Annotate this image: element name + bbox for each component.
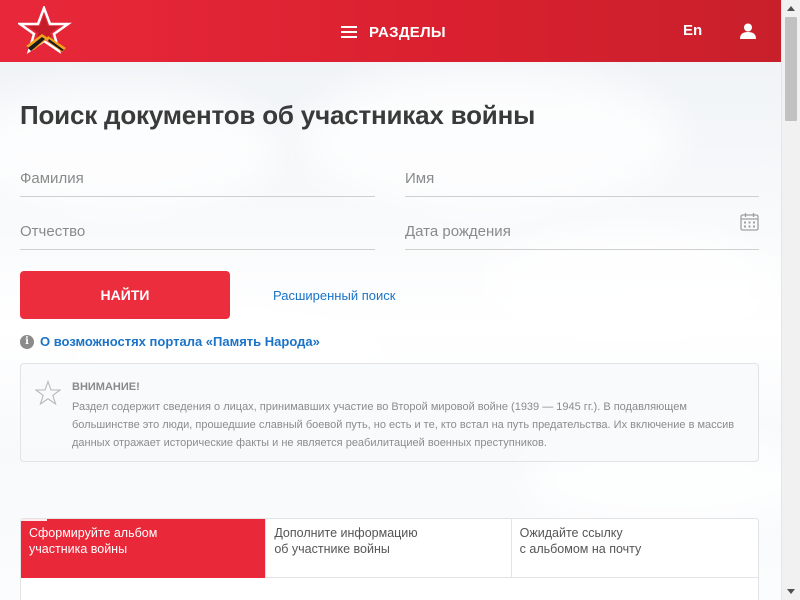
top-header: РАЗДЕЛЫ En <box>0 0 781 62</box>
user-icon[interactable] <box>739 23 757 39</box>
name-input[interactable] <box>405 157 759 196</box>
warning-text: Раздел содержит сведения о лицах, приним… <box>72 401 735 449</box>
warning-notice: ВНИМАНИЕ! Раздел содержит сведения о лиц… <box>20 363 759 462</box>
red-star-ribbon-logo[interactable] <box>18 6 74 58</box>
step-label-line2: участника войны <box>29 542 128 556</box>
step-create-album[interactable]: Сформируйте альбом участника войны <box>21 519 267 578</box>
step-add-info[interactable]: Дополните информацию об участнике войны <box>266 519 512 578</box>
patronymic-field-wrapper <box>20 210 375 250</box>
about-portal-link[interactable]: i О возможностях портала «Память Народа» <box>20 334 320 349</box>
step-label-line1: Ожидайте ссылку <box>519 526 623 540</box>
hamburger-icon <box>341 26 357 38</box>
about-portal-label: О возможностях портала «Память Народа» <box>40 334 320 349</box>
step-label-line2: с альбомом на почту <box>519 542 642 556</box>
step-label-line1: Сформируйте альбом <box>29 526 158 540</box>
warning-title: ВНИМАНИЕ! <box>72 381 140 393</box>
surname-input[interactable] <box>20 157 375 196</box>
vertical-scrollbar[interactable] <box>781 0 800 600</box>
step-label-line1: Дополните информацию <box>274 526 418 540</box>
name-field-wrapper <box>405 157 759 197</box>
steps-tabs: Сформируйте альбом участника войны Допол… <box>21 519 758 578</box>
birthdate-input[interactable] <box>405 210 759 249</box>
sections-menu-label: РАЗДЕЛЫ <box>369 23 446 41</box>
page-title: Поиск документов об участниках войны <box>20 100 536 130</box>
scrollbar-thumb[interactable] <box>785 17 797 121</box>
language-switch-button[interactable]: En <box>683 22 702 39</box>
star-outline-icon <box>35 380 61 406</box>
calendar-icon[interactable] <box>740 212 759 231</box>
find-button[interactable]: НАЙТИ <box>20 271 230 319</box>
info-icon: i <box>20 334 34 349</box>
scroll-up-arrow-icon[interactable] <box>782 0 800 17</box>
sections-menu-button[interactable]: РАЗДЕЛЫ <box>341 21 446 43</box>
birthdate-field-wrapper <box>405 210 759 250</box>
surname-field-wrapper <box>20 157 375 197</box>
step-wait-link[interactable]: Ожидайте ссылку с альбомом на почту <box>512 519 758 578</box>
advanced-search-link[interactable]: Расширенный поиск <box>273 288 395 303</box>
page: РАЗДЕЛЫ En Поиск документов об участника… <box>0 0 781 600</box>
patronymic-input[interactable] <box>20 210 375 249</box>
step-label-line2: об участнике войны <box>274 542 390 556</box>
album-steps-panel: Сформируйте альбом участника войны Допол… <box>20 518 759 600</box>
scroll-down-arrow-icon[interactable] <box>782 583 800 600</box>
